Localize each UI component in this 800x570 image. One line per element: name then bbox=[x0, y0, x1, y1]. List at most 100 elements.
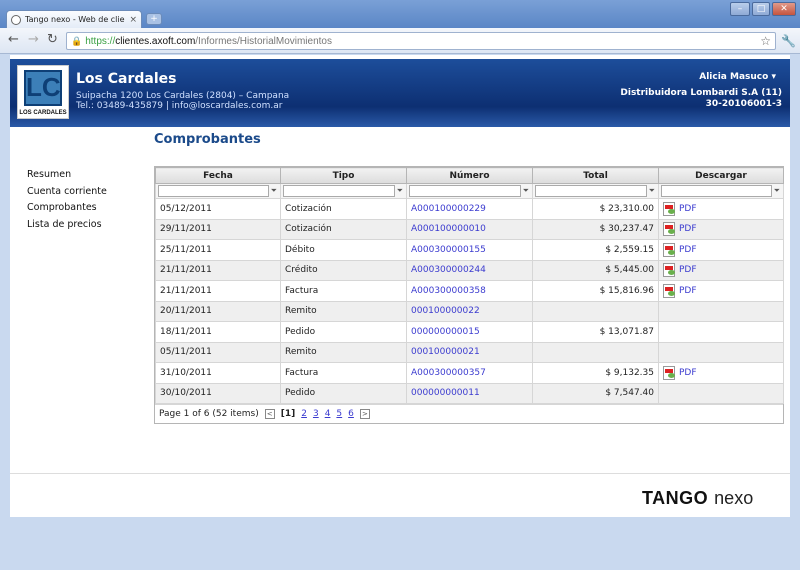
table-row: 30/10/2011 Pedido 000000000011 $ 7,547.40 bbox=[155, 382, 784, 404]
wrench-icon[interactable]: 🔧 bbox=[781, 34, 796, 48]
pager-current-page: [1] bbox=[280, 409, 296, 419]
pdf-download-link[interactable]: PDF bbox=[663, 201, 779, 216]
pager-page-link[interactable]: 6 bbox=[348, 409, 354, 419]
comprobante-number-link[interactable]: A000300000155 bbox=[411, 245, 486, 255]
comprobante-number-link[interactable]: A000100000010 bbox=[411, 224, 486, 234]
reload-icon[interactable]: ↻ bbox=[47, 33, 58, 47]
browser-titlebar: Tango nexo - Web de clientes × + – □ ✕ bbox=[0, 0, 800, 28]
close-window-button[interactable]: ✕ bbox=[772, 2, 796, 16]
tab-close-button[interactable]: × bbox=[129, 15, 137, 25]
cell-total: $ 2,559.15 bbox=[532, 239, 659, 261]
cell-tipo: Pedido bbox=[280, 321, 407, 343]
browser-tab[interactable]: Tango nexo - Web de clientes × bbox=[6, 10, 142, 28]
pdf-link-label: PDF bbox=[679, 244, 697, 255]
pdf-download-link[interactable]: PDF bbox=[663, 263, 779, 278]
cell-total: $ 5,445.00 bbox=[532, 259, 659, 281]
comprobantes-grid: Fecha Tipo Número Total Descargar ⏷ ⏷ ⏷ … bbox=[154, 166, 784, 424]
chevron-down-icon: ▾ bbox=[771, 72, 776, 82]
filter-fecha-input[interactable] bbox=[158, 185, 269, 197]
cell-numero: 000000000011 bbox=[406, 382, 533, 404]
forward-arrow-icon[interactable]: → bbox=[28, 33, 39, 47]
filter-icon[interactable]: ⏷ bbox=[270, 186, 278, 196]
filter-icon[interactable]: ⏷ bbox=[648, 186, 656, 196]
brand-tango: TANGO bbox=[642, 488, 709, 508]
pdf-link-label: PDF bbox=[679, 367, 697, 378]
url-scheme: https:// bbox=[85, 35, 116, 47]
filter-total-input[interactable] bbox=[535, 185, 647, 197]
cell-numero: A000100000010 bbox=[406, 218, 533, 240]
cell-numero: A000300000357 bbox=[406, 362, 533, 384]
comprobante-number-link[interactable]: 000100000022 bbox=[411, 306, 480, 316]
filter-icon[interactable]: ⏷ bbox=[396, 186, 404, 196]
sidebar-nav: Resumen Cuenta corriente Comprobantes Li… bbox=[27, 167, 107, 233]
cell-descargar bbox=[658, 321, 784, 343]
comprobante-number-link[interactable]: 000000000015 bbox=[411, 327, 480, 337]
column-header-tipo[interactable]: Tipo bbox=[280, 167, 407, 184]
cell-descargar: PDF bbox=[658, 239, 784, 261]
pager-prev-button[interactable]: < bbox=[264, 409, 275, 419]
pdf-file-icon bbox=[663, 201, 675, 216]
address-bar[interactable]: 🔒 https:// clientes.axoft.com /Informes/… bbox=[66, 32, 776, 50]
table-row: 05/12/2011 Cotización A000100000229 $ 23,31… bbox=[155, 198, 784, 220]
pager-page-link[interactable]: 3 bbox=[313, 409, 319, 419]
column-header-descargar[interactable]: Descargar bbox=[658, 167, 784, 184]
sidebar-item-resumen[interactable]: Resumen bbox=[27, 167, 107, 184]
pager-summary: Page 1 of 6 (52 items) bbox=[159, 409, 259, 419]
table-row: 21/11/2011 Crédito A000300000244 $ 5,445.00… bbox=[155, 259, 784, 281]
comprobante-number-link[interactable]: 000100000021 bbox=[411, 347, 480, 357]
cell-numero: 000100000022 bbox=[406, 300, 533, 322]
comprobante-number-link[interactable]: A000300000357 bbox=[411, 368, 486, 378]
comprobante-number-link[interactable]: A000100000229 bbox=[411, 204, 486, 214]
pdf-download-link[interactable]: PDF bbox=[663, 222, 779, 237]
column-header-numero[interactable]: Número bbox=[406, 167, 533, 184]
minimize-button[interactable]: – bbox=[730, 2, 750, 16]
user-menu[interactable]: Alicia Masuco ▾ bbox=[699, 72, 776, 82]
pdf-download-link[interactable]: PDF bbox=[663, 242, 779, 257]
sidebar-item-cuenta-corriente[interactable]: Cuenta corriente bbox=[27, 184, 107, 201]
pdf-file-icon bbox=[663, 365, 675, 380]
filter-icon[interactable]: ⏷ bbox=[773, 186, 781, 196]
company-address: Suipacha 1200 Los Cardales (2804) – Camp… bbox=[76, 91, 290, 101]
url-host: clientes.axoft.com bbox=[115, 35, 196, 47]
lock-icon: 🔒 bbox=[71, 35, 83, 46]
pager-page-link[interactable]: 4 bbox=[325, 409, 331, 419]
brand-nexo: nexo bbox=[714, 488, 754, 508]
browser-toolbar: ← → ↻ 🔒 https:// clientes.axoft.com /Inf… bbox=[0, 28, 800, 54]
cell-total: $ 9,132.35 bbox=[532, 362, 659, 384]
sidebar-item-comprobantes[interactable]: Comprobantes bbox=[27, 200, 107, 217]
comprobante-number-link[interactable]: A000300000358 bbox=[411, 286, 486, 296]
column-header-fecha[interactable]: Fecha bbox=[155, 167, 281, 184]
filter-descargar-input[interactable] bbox=[661, 185, 772, 197]
maximize-button[interactable]: □ bbox=[752, 2, 770, 16]
cell-fecha: 18/11/2011 bbox=[155, 321, 281, 343]
cell-tipo: Factura bbox=[280, 362, 407, 384]
url-path: /Informes/HistorialMovimientos bbox=[195, 35, 332, 47]
pager-page-link[interactable]: 2 bbox=[301, 409, 307, 419]
tango-nexo-logo: TANGO nexo bbox=[642, 488, 753, 509]
cell-descargar: PDF bbox=[658, 259, 784, 281]
cell-tipo: Crédito bbox=[280, 259, 407, 281]
filter-tipo-input[interactable] bbox=[283, 185, 395, 197]
filter-numero-input[interactable] bbox=[409, 185, 521, 197]
new-tab-button[interactable]: + bbox=[146, 13, 162, 25]
logo-text: LOS CARDALES bbox=[19, 110, 67, 116]
filter-icon[interactable]: ⏷ bbox=[522, 186, 530, 196]
pdf-download-link[interactable]: PDF bbox=[663, 283, 779, 298]
comprobante-number-link[interactable]: 000000000011 bbox=[411, 388, 480, 398]
cell-total bbox=[532, 341, 659, 363]
cell-tipo: Cotización bbox=[280, 218, 407, 240]
pdf-download-link[interactable]: PDF bbox=[663, 365, 779, 380]
tab-title: Tango nexo - Web de clientes bbox=[25, 15, 125, 24]
pager: Page 1 of 6 (52 items) < [1] 2 3 4 5 6 > bbox=[155, 404, 783, 423]
comprobante-number-link[interactable]: A000300000244 bbox=[411, 265, 486, 275]
pager-next-button[interactable]: > bbox=[359, 409, 370, 419]
table-row: 31/10/2011 Factura A000300000357 $ 9,132.35… bbox=[155, 362, 784, 384]
pager-page-link[interactable]: 5 bbox=[336, 409, 342, 419]
user-name: Alicia Masuco bbox=[699, 72, 769, 82]
sidebar-item-lista-de-precios[interactable]: Lista de precios bbox=[27, 217, 107, 234]
cell-numero: 000000000015 bbox=[406, 321, 533, 343]
back-arrow-icon[interactable]: ← bbox=[8, 33, 19, 47]
pdf-file-icon bbox=[663, 283, 675, 298]
column-header-total[interactable]: Total bbox=[532, 167, 659, 184]
bookmark-star-icon[interactable]: ☆ bbox=[760, 34, 771, 48]
